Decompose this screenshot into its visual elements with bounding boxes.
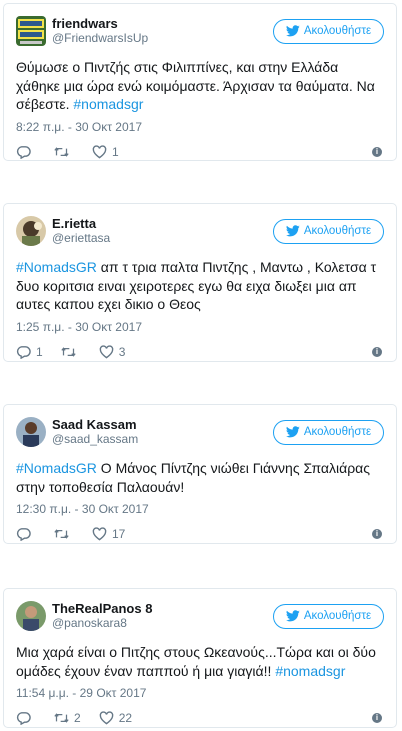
reply-icon <box>16 145 31 159</box>
reply-icon <box>16 712 31 725</box>
avatar[interactable] <box>16 216 46 246</box>
tweet-card: TheRealPanos 8 @panoskara8 Ακολουθήστε Μ… <box>3 588 397 728</box>
follow-button[interactable]: Ακολουθήστε <box>273 218 384 244</box>
tweet-text: #NomadsGR απ τ τρια παλτα Πιντζης , Μαντ… <box>16 259 377 312</box>
twitter-bird-icon <box>285 225 300 237</box>
reply-button[interactable] <box>16 711 36 725</box>
avatar[interactable] <box>16 417 46 447</box>
retweet-icon <box>54 529 69 539</box>
twitter-bird-icon <box>285 426 300 438</box>
retweet-button[interactable] <box>54 145 74 159</box>
retweet-icon <box>54 713 69 723</box>
retweet-button[interactable] <box>54 527 74 541</box>
follow-button[interactable]: Ακολουθήστε <box>273 419 384 445</box>
like-button[interactable]: 3 <box>99 344 126 359</box>
display-name[interactable]: E.rietta <box>52 216 273 231</box>
tweet-timestamp[interactable]: 8:22 π.μ. - 30 Οκτ 2017 <box>16 120 384 134</box>
reply-button[interactable] <box>16 527 36 541</box>
user-handle[interactable]: @eriettasa <box>52 231 273 246</box>
retweet-count: 2 <box>74 711 81 725</box>
retweet-button[interactable]: 2 <box>54 711 81 725</box>
heart-icon <box>92 527 107 541</box>
like-count: 22 <box>118 711 133 725</box>
tweet-timestamp[interactable]: 1:25 π.μ. - 30 Οκτ 2017 <box>16 320 384 334</box>
tweet-timestamp[interactable]: 11:54 μ.μ. - 29 Οκτ 2017 <box>16 686 384 700</box>
tweet-timestamp[interactable]: 12:30 π.μ. - 30 Οκτ 2017 <box>16 502 384 516</box>
avatar[interactable] <box>16 16 46 46</box>
info-icon[interactable]: i <box>372 146 382 157</box>
like-button[interactable]: 1 <box>92 145 119 159</box>
hashtag-link[interactable]: #nomadsgr <box>73 96 143 112</box>
heart-icon <box>99 344 113 358</box>
tweet-card: Saad Kassam @saad_kassam Ακολουθήστε #No… <box>3 404 397 544</box>
avatar[interactable] <box>16 601 46 631</box>
follow-label: Ακολουθήστε <box>303 610 372 622</box>
follow-label: Ακολουθήστε <box>303 25 372 37</box>
display-name[interactable]: friendwars <box>52 16 273 31</box>
user-handle[interactable]: @panoskara8 <box>52 616 273 631</box>
follow-button[interactable]: Ακολουθήστε <box>273 603 384 629</box>
like-count: 17 <box>112 527 126 541</box>
retweet-button[interactable] <box>61 345 81 359</box>
reply-icon <box>16 345 31 359</box>
follow-label: Ακολουθήστε <box>303 426 372 438</box>
tweet-text: #NomadsGR Ο Μάνος Πίντζης νιώθει Γιάννης… <box>16 460 371 495</box>
tweet-text: Θύμωσε ο Πιντζής στις Φιλιππίνες, και στ… <box>16 59 375 112</box>
info-icon[interactable]: i <box>372 346 382 357</box>
like-button[interactable]: 22 <box>99 711 132 725</box>
user-handle[interactable]: @FriendwarsIsUp <box>52 31 273 46</box>
tweet-card: friendwars @FriendwarsIsUp Ακολουθήστε Θ… <box>3 3 397 161</box>
reply-icon <box>16 528 31 541</box>
display-name[interactable]: TheRealPanos 8 <box>52 601 273 616</box>
reply-button[interactable]: 1 <box>16 345 43 359</box>
tweet-card: E.rietta @eriettasa Ακολουθήστε #NomadsG… <box>3 203 397 362</box>
reply-count: 1 <box>36 344 43 359</box>
follow-button[interactable]: Ακολουθήστε <box>273 18 384 44</box>
hashtag-link[interactable]: #NomadsGR <box>16 460 97 476</box>
like-count: 3 <box>118 344 126 359</box>
hashtag-link[interactable]: #nomadsgr <box>275 663 345 679</box>
retweet-icon <box>54 146 69 157</box>
user-handle[interactable]: @saad_kassam <box>52 432 273 447</box>
like-count: 1 <box>112 144 119 159</box>
retweet-icon <box>61 346 76 357</box>
twitter-bird-icon <box>285 610 300 622</box>
display-name[interactable]: Saad Kassam <box>52 417 273 432</box>
heart-icon <box>99 711 113 725</box>
tweet-text: Μια χαρά είναι ο Πιτζης στους Ωκεανούς..… <box>16 644 376 679</box>
reply-button[interactable] <box>16 145 36 159</box>
twitter-bird-icon <box>285 25 300 37</box>
heart-icon <box>92 144 107 158</box>
info-icon[interactable]: i <box>372 529 382 539</box>
follow-label: Ακολουθήστε <box>303 225 372 237</box>
like-button[interactable]: 17 <box>92 527 125 541</box>
hashtag-link[interactable]: #NomadsGR <box>16 259 97 275</box>
info-icon[interactable]: i <box>372 713 382 723</box>
